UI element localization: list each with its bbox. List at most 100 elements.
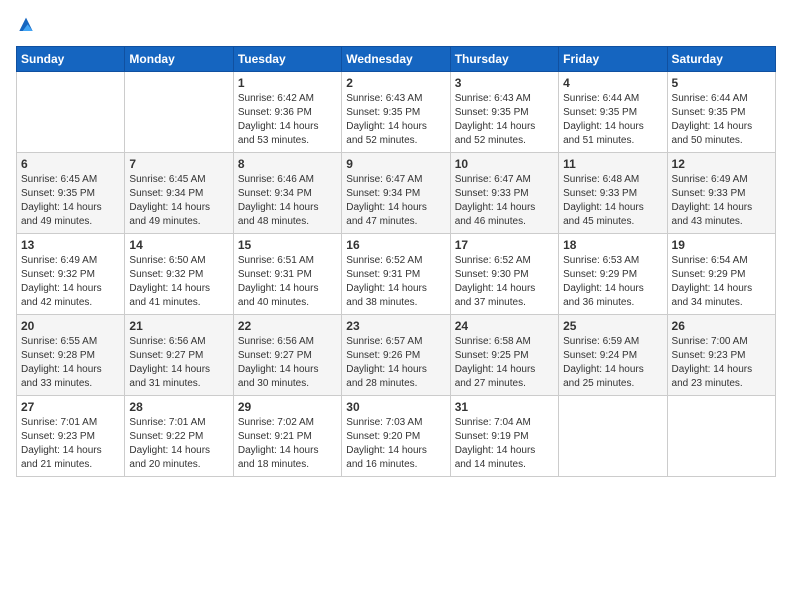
- calendar-cell: 18 Sunrise: 6:53 AM Sunset: 9:29 PM Dayli…: [559, 234, 667, 315]
- day-number: 28: [129, 400, 228, 414]
- logo-icon: [16, 16, 36, 36]
- calendar-cell: 20 Sunrise: 6:55 AM Sunset: 9:28 PM Dayli…: [17, 315, 125, 396]
- day-number: 15: [238, 238, 337, 252]
- day-number: 22: [238, 319, 337, 333]
- day-number: 2: [346, 76, 445, 90]
- calendar-cell: [667, 396, 775, 477]
- calendar-cell: 8 Sunrise: 6:46 AM Sunset: 9:34 PM Daylig…: [233, 153, 341, 234]
- calendar-cell: [559, 396, 667, 477]
- day-info: Sunrise: 6:50 AM Sunset: 9:32 PM Dayligh…: [129, 254, 228, 310]
- calendar-cell: 2 Sunrise: 6:43 AM Sunset: 9:35 PM Daylig…: [342, 72, 450, 153]
- day-number: 13: [21, 238, 120, 252]
- day-info: Sunrise: 6:54 AM Sunset: 9:29 PM Dayligh…: [672, 254, 771, 310]
- day-info: Sunrise: 6:52 AM Sunset: 9:31 PM Dayligh…: [346, 254, 445, 310]
- day-number: 10: [455, 157, 554, 171]
- day-number: 8: [238, 157, 337, 171]
- calendar-cell: 13 Sunrise: 6:49 AM Sunset: 9:32 PM Dayli…: [17, 234, 125, 315]
- day-number: 31: [455, 400, 554, 414]
- calendar-cell: 29 Sunrise: 7:02 AM Sunset: 9:21 PM Dayli…: [233, 396, 341, 477]
- day-number: 1: [238, 76, 337, 90]
- calendar-cell: 14Sunrise: 6:50 AM Sunset: 9:32 PM Dayli…: [125, 234, 233, 315]
- day-number: 11: [563, 157, 662, 171]
- day-number: 9: [346, 157, 445, 171]
- day-number: 7: [129, 157, 228, 171]
- day-info: Sunrise: 6:55 AM Sunset: 9:28 PM Dayligh…: [21, 335, 120, 391]
- day-info: Sunrise: 6:58 AM Sunset: 9:25 PM Dayligh…: [455, 335, 554, 391]
- day-info: Sunrise: 6:49 AM Sunset: 9:32 PM Dayligh…: [21, 254, 120, 310]
- day-info: Sunrise: 7:01 AM Sunset: 9:22 PM Dayligh…: [129, 416, 228, 472]
- day-info: Sunrise: 6:48 AM Sunset: 9:33 PM Dayligh…: [563, 173, 662, 229]
- day-number: 12: [672, 157, 771, 171]
- day-info: Sunrise: 6:43 AM Sunset: 9:35 PM Dayligh…: [346, 92, 445, 148]
- day-info: Sunrise: 6:42 AM Sunset: 9:36 PM Dayligh…: [238, 92, 337, 148]
- day-info: Sunrise: 7:02 AM Sunset: 9:21 PM Dayligh…: [238, 416, 337, 472]
- calendar-cell: 7 Sunrise: 6:45 AM Sunset: 9:34 PM Daylig…: [125, 153, 233, 234]
- calendar-cell: 11 Sunrise: 6:48 AM Sunset: 9:33 PM Dayli…: [559, 153, 667, 234]
- day-info: Sunrise: 6:59 AM Sunset: 9:24 PM Dayligh…: [563, 335, 662, 391]
- calendar-cell: 17 Sunrise: 6:52 AM Sunset: 9:30 PM Dayli…: [450, 234, 558, 315]
- day-number: 6: [21, 157, 120, 171]
- day-number: 29: [238, 400, 337, 414]
- day-number: 25: [563, 319, 662, 333]
- calendar-cell: [17, 72, 125, 153]
- day-number: 16: [346, 238, 445, 252]
- day-info: Sunrise: 7:03 AM Sunset: 9:20 PM Dayligh…: [346, 416, 445, 472]
- calendar-cell: 26Sunrise: 7:00 AM Sunset: 9:23 PM Dayli…: [667, 315, 775, 396]
- calendar-cell: 15 Sunrise: 6:51 AM Sunset: 9:31 PM Dayli…: [233, 234, 341, 315]
- calendar-cell: 24 Sunrise: 6:58 AM Sunset: 9:25 PM Dayli…: [450, 315, 558, 396]
- day-info: Sunrise: 6:44 AM Sunset: 9:35 PM Dayligh…: [563, 92, 662, 148]
- calendar-cell: 3Sunrise: 6:43 AM Sunset: 9:35 PM Daylig…: [450, 72, 558, 153]
- calendar-cell: 16 Sunrise: 6:52 AM Sunset: 9:31 PM Dayli…: [342, 234, 450, 315]
- calendar-cell: 23 Sunrise: 6:57 AM Sunset: 9:26 PM Dayli…: [342, 315, 450, 396]
- day-number: 3: [455, 76, 554, 90]
- calendar-cell: 31 Sunrise: 7:04 AM Sunset: 9:19 PM Dayli…: [450, 396, 558, 477]
- calendar-cell: 19 Sunrise: 6:54 AM Sunset: 9:29 PM Dayli…: [667, 234, 775, 315]
- day-info: Sunrise: 7:01 AM Sunset: 9:23 PM Dayligh…: [21, 416, 120, 472]
- day-number: 5: [672, 76, 771, 90]
- day-number: 17: [455, 238, 554, 252]
- day-info: Sunrise: 6:57 AM Sunset: 9:26 PM Dayligh…: [346, 335, 445, 391]
- calendar-header-monday: Monday: [125, 47, 233, 72]
- calendar-header-wednesday: Wednesday: [342, 47, 450, 72]
- day-number: 26: [672, 319, 771, 333]
- day-info: Sunrise: 7:04 AM Sunset: 9:19 PM Dayligh…: [455, 416, 554, 472]
- calendar-cell: 21 Sunrise: 6:56 AM Sunset: 9:27 PM Dayli…: [125, 315, 233, 396]
- calendar-cell: 25 Sunrise: 6:59 AM Sunset: 9:24 PM Dayli…: [559, 315, 667, 396]
- calendar-table: SundayMondayTuesdayWednesdayThursdayFrid…: [16, 46, 776, 477]
- calendar-cell: 22Sunrise: 6:56 AM Sunset: 9:27 PM Dayli…: [233, 315, 341, 396]
- calendar-header-saturday: Saturday: [667, 47, 775, 72]
- calendar-header-friday: Friday: [559, 47, 667, 72]
- day-info: Sunrise: 6:53 AM Sunset: 9:29 PM Dayligh…: [563, 254, 662, 310]
- header: [16, 16, 776, 36]
- calendar-header-tuesday: Tuesday: [233, 47, 341, 72]
- day-number: 19: [672, 238, 771, 252]
- calendar-header-sunday: Sunday: [17, 47, 125, 72]
- day-number: 20: [21, 319, 120, 333]
- calendar-cell: 5Sunrise: 6:44 AM Sunset: 9:35 PM Daylig…: [667, 72, 775, 153]
- day-info: Sunrise: 6:56 AM Sunset: 9:27 PM Dayligh…: [129, 335, 228, 391]
- day-info: Sunrise: 6:46 AM Sunset: 9:34 PM Dayligh…: [238, 173, 337, 229]
- calendar-cell: 4 Sunrise: 6:44 AM Sunset: 9:35 PM Daylig…: [559, 72, 667, 153]
- day-info: Sunrise: 6:47 AM Sunset: 9:34 PM Dayligh…: [346, 173, 445, 229]
- day-number: 27: [21, 400, 120, 414]
- day-info: Sunrise: 6:45 AM Sunset: 9:34 PM Dayligh…: [129, 173, 228, 229]
- day-number: 30: [346, 400, 445, 414]
- day-info: Sunrise: 6:45 AM Sunset: 9:35 PM Dayligh…: [21, 173, 120, 229]
- day-number: 24: [455, 319, 554, 333]
- calendar-header-thursday: Thursday: [450, 47, 558, 72]
- day-info: Sunrise: 6:51 AM Sunset: 9:31 PM Dayligh…: [238, 254, 337, 310]
- calendar-cell: 30 Sunrise: 7:03 AM Sunset: 9:20 PM Dayli…: [342, 396, 450, 477]
- calendar-cell: 10 Sunrise: 6:47 AM Sunset: 9:33 PM Dayli…: [450, 153, 558, 234]
- day-number: 23: [346, 319, 445, 333]
- calendar-header-row: SundayMondayTuesdayWednesdayThursdayFrid…: [17, 47, 776, 72]
- day-info: Sunrise: 6:52 AM Sunset: 9:30 PM Dayligh…: [455, 254, 554, 310]
- day-info: Sunrise: 6:49 AM Sunset: 9:33 PM Dayligh…: [672, 173, 771, 229]
- day-number: 4: [563, 76, 662, 90]
- calendar-week-row: 6 Sunrise: 6:45 AM Sunset: 9:35 PM Daylig…: [17, 153, 776, 234]
- day-number: 21: [129, 319, 228, 333]
- day-number: 18: [563, 238, 662, 252]
- logo: [16, 16, 40, 36]
- day-info: Sunrise: 6:47 AM Sunset: 9:33 PM Dayligh…: [455, 173, 554, 229]
- calendar-cell: 28 Sunrise: 7:01 AM Sunset: 9:22 PM Dayli…: [125, 396, 233, 477]
- calendar-cell: 12 Sunrise: 6:49 AM Sunset: 9:33 PM Dayli…: [667, 153, 775, 234]
